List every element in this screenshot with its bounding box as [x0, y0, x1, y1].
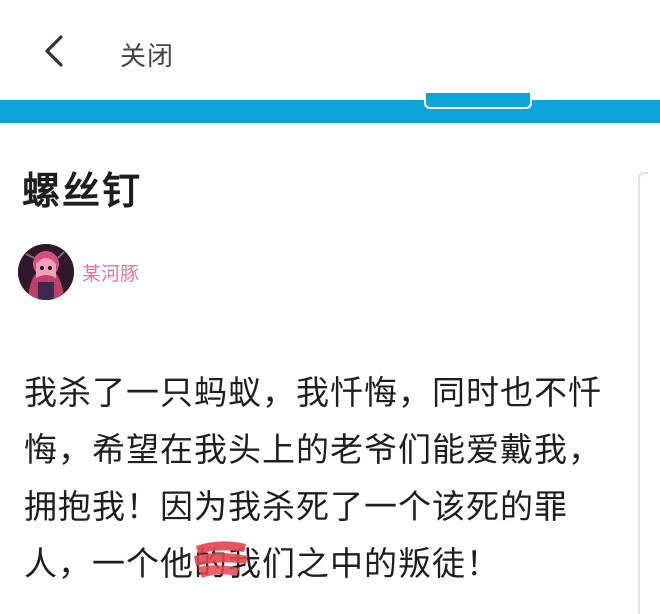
top-bar: 关闭: [0, 0, 660, 100]
avatar[interactable]: [18, 244, 74, 300]
scrollbar[interactable]: [638, 172, 648, 614]
author-name[interactable]: 某河豚: [82, 259, 139, 286]
author-info[interactable]: 某河豚: [18, 244, 139, 300]
tab-indicator[interactable]: [424, 93, 532, 109]
close-button[interactable]: 关闭: [120, 36, 174, 73]
accent-band: [0, 100, 660, 123]
post-title: 螺丝钉: [22, 169, 143, 213]
post-content: 我杀了一只蚂蚁，我忏悔，同时也不忏悔，希望在我头上的老爷们能爱戴我，拥抱我！因为…: [24, 373, 602, 583]
chevron-left-icon: [41, 33, 69, 73]
back-button[interactable]: [30, 28, 80, 78]
